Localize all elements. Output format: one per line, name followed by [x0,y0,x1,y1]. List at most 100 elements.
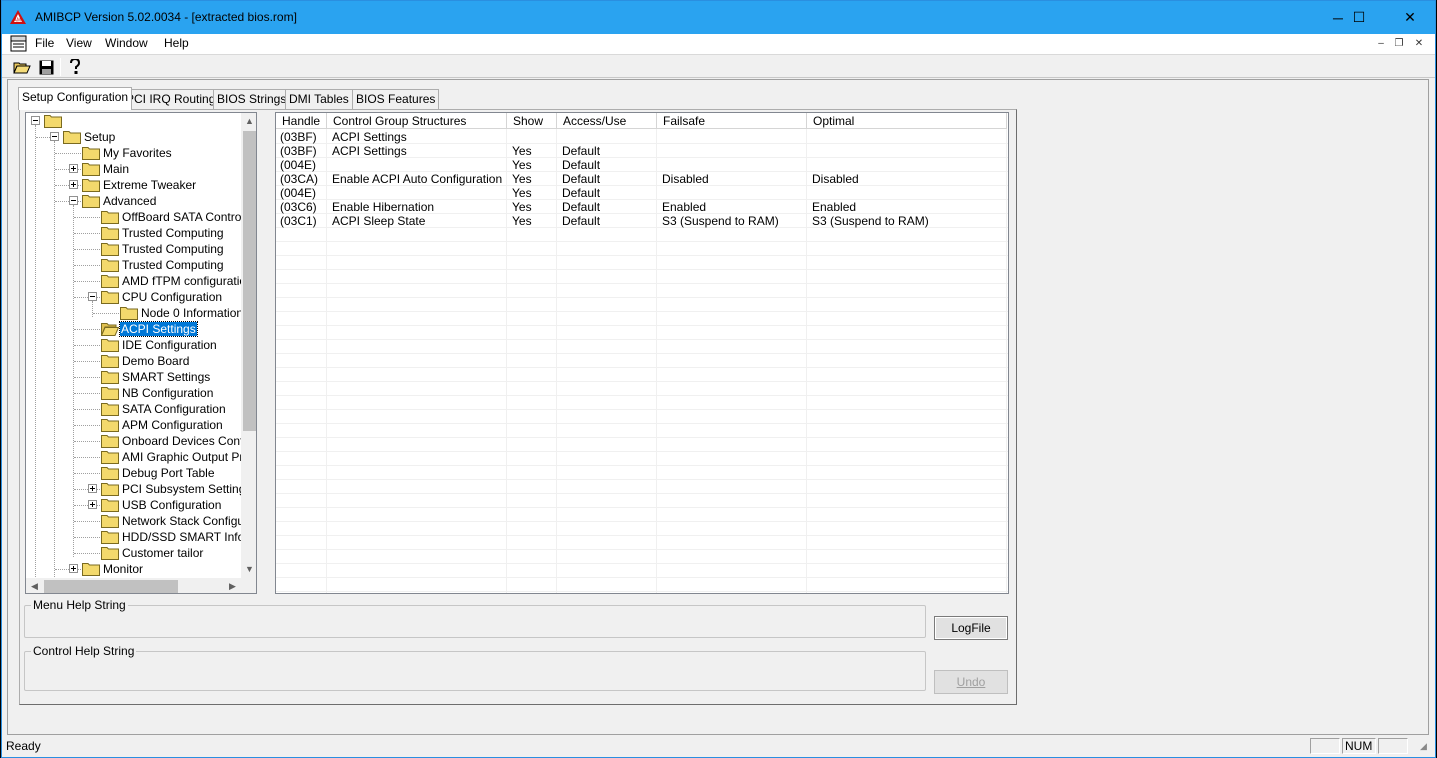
cell-optimal [808,158,812,172]
tree-vertical-scroll-thumb[interactable] [243,131,256,431]
tree-node-sata-configuration[interactable]: SATA Configuration [26,401,241,417]
help-button[interactable] [64,57,86,77]
tree-node-amd-ftpm[interactable]: AMD fTPM configuration [26,273,253,289]
table-row[interactable]: (004E) Yes Default [276,186,1008,200]
scroll-left-icon[interactable]: ◀ [26,578,43,593]
tree-node-smart-settings[interactable]: SMART Settings [26,369,241,385]
cell-show: Yes [512,186,532,200]
tree-node-ide-configuration[interactable]: IDE Configuration [26,337,241,353]
scroll-down-icon[interactable]: ▼ [241,561,256,578]
tree-node-trusted-computing[interactable]: Trusted Computing [26,241,241,257]
tree-node-extreme-tweaker[interactable]: Extreme Tweaker [26,177,241,193]
tree-node-trusted-computing[interactable]: Trusted Computing [26,257,241,273]
undo-button[interactable]: Undo [934,670,1008,694]
collapse-icon[interactable] [31,116,40,125]
column-header-show[interactable]: Show [507,113,557,129]
mdi-restore-icon[interactable]: ❐ [1390,36,1408,52]
tree-node-customer-tailor[interactable]: Customer tailor [26,545,241,561]
tree-vertical-scrollbar[interactable]: ▲ ▼ [241,113,256,578]
tree-horizontal-scrollbar[interactable]: ◀ ▶ [26,578,241,593]
menu-view[interactable]: View [66,36,92,50]
control-group-table[interactable]: Handle Control Group Structures Show Acc… [275,112,1009,594]
tree-node-apm-configuration[interactable]: APM Configuration [26,417,241,433]
maximize-button[interactable]: ☐ [1337,1,1381,34]
column-header-control-group[interactable]: Control Group Structures [327,113,507,129]
tree-node-label: Debug Port Table [122,466,215,480]
table-row[interactable]: (004E) Yes Default [276,158,1008,172]
menu-help[interactable]: Help [164,36,189,50]
collapse-icon[interactable] [69,196,78,205]
collapse-icon[interactable] [50,132,59,141]
expand-icon[interactable] [88,484,97,493]
tree-node-my-favorites[interactable]: My Favorites [26,145,241,161]
tree-node-acpi-settings[interactable]: ACPI Settings [26,321,241,337]
grid-line [276,409,1008,410]
tree-node-debug-port-table[interactable]: Debug Port Table [26,465,241,481]
tree-node-demo-board[interactable]: Demo Board [26,353,241,369]
grid-line [276,325,1008,326]
tab-bios-strings[interactable]: BIOS Strings [213,89,291,109]
expand-icon[interactable] [69,180,78,189]
tab-bios-features[interactable]: BIOS Features [352,89,440,109]
collapse-icon[interactable] [88,292,97,301]
tree-node-onboard-devices[interactable]: Onboard Devices Configu [26,433,256,449]
column-header-optimal[interactable]: Optimal [807,113,1007,129]
close-button[interactable]: ✕ [1387,1,1433,34]
cell-control-group [328,158,332,172]
tree-guide-line [74,441,100,442]
expand-icon[interactable] [69,564,78,573]
tab-setup-configuration[interactable]: Setup Configuration [18,87,133,110]
tree-node-network-stack[interactable]: Network Stack Configurat [26,513,256,529]
tree-node-setup[interactable]: Setup [26,129,241,145]
table-row[interactable]: (03C6) Enable Hibernation Yes Default En… [276,200,1008,214]
save-button[interactable] [35,57,57,77]
expand-icon[interactable] [69,164,78,173]
scroll-right-icon[interactable]: ▶ [224,578,241,593]
tree-node-hdd-ssd-smart[interactable]: HDD/SSD SMART Inform [26,529,256,545]
tree-guide-line [74,265,100,266]
expand-icon[interactable] [88,500,97,509]
title-bar[interactable]: AMI AMIBCP Version 5.02.0034 - [extracte… [2,1,1435,34]
grid-line [276,241,1008,242]
column-header-access-use[interactable]: Access/Use [557,113,657,129]
tree-node-trusted-computing[interactable]: Trusted Computing [26,225,241,241]
tree-node-pci-subsystem[interactable]: PCI Subsystem Settings [26,481,251,497]
tree-node-root[interactable] [26,113,241,129]
column-header-handle[interactable]: Handle [276,113,327,129]
table-row[interactable]: (03CA) Enable ACPI Auto Configuration Ye… [276,172,1008,186]
tree-node-monitor[interactable]: Monitor [26,561,241,577]
tree-node-label: Main [103,162,130,176]
tree-node-offboard-sata[interactable]: OffBoard SATA Controller [26,209,256,225]
cell-handle: (004E) [280,186,317,200]
resize-grip-icon[interactable]: ◢ [1420,741,1427,752]
menu-file[interactable]: File [35,36,54,50]
tab-pci-irq-routing[interactable]: PCI IRQ Routing [122,89,220,109]
tree-node-label: IDE Configuration [122,338,217,352]
grid-line [276,549,1008,550]
grid-line [276,311,1008,312]
tree-node-nb-configuration[interactable]: NB Configuration [26,385,241,401]
column-header-failsafe[interactable]: Failsafe [657,113,807,129]
amibcp-logo-icon: AMI [10,10,26,24]
tree-node-ami-graphic-output[interactable]: AMI Graphic Output Proto [26,449,256,465]
setup-tree[interactable]: Setup My Favorites Main Extreme Tweaker … [25,112,257,594]
table-row[interactable]: (03BF) ACPI Settings Yes Default [276,144,1008,158]
tree-horizontal-scroll-thumb[interactable] [44,580,178,593]
cell-failsafe [658,144,662,158]
logfile-button[interactable]: LogFile [934,616,1008,640]
mdi-minimize-icon[interactable]: – [1372,36,1390,52]
tree-node-main[interactable]: Main [26,161,241,177]
tree-node-cpu-configuration[interactable]: CPU Configuration [26,289,241,305]
tree-node-advanced[interactable]: Advanced [26,193,241,209]
tree-node-node0-information[interactable]: Node 0 Information [26,305,243,321]
mdi-close-icon[interactable]: ✕ [1410,36,1428,52]
tab-dmi-tables[interactable]: DMI Tables [285,89,353,109]
document-icon[interactable] [10,35,28,52]
cell-failsafe: Disabled [662,172,709,186]
table-row[interactable]: (03C1) ACPI Sleep State Yes Default S3 (… [276,214,1008,228]
menu-window[interactable]: Window [105,36,148,50]
table-row[interactable]: (03BF) ACPI Settings [276,130,1008,144]
tree-node-usb-configuration[interactable]: USB Configuration [26,497,241,513]
scroll-up-icon[interactable]: ▲ [241,113,256,130]
open-button[interactable] [11,57,33,77]
